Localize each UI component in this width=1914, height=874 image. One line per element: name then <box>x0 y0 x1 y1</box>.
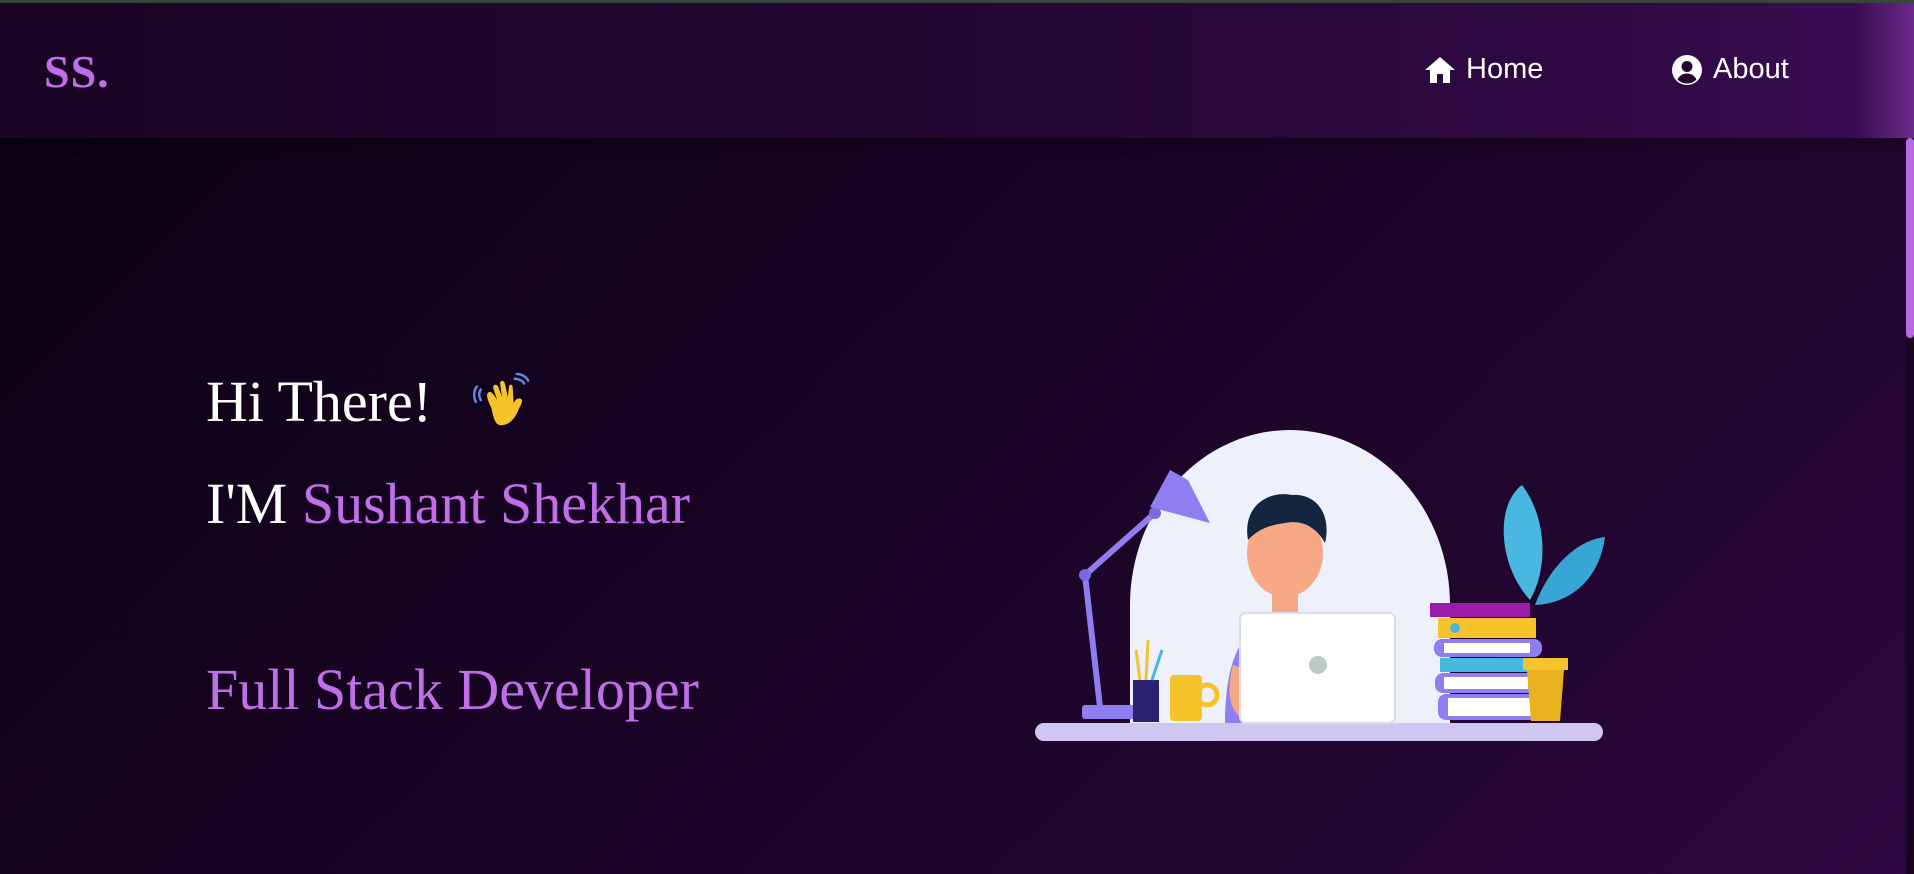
navbar: SS. Home About <box>0 3 1914 138</box>
home-icon <box>1425 56 1455 83</box>
user-circle-icon <box>1672 54 1702 85</box>
hero-name-line: I'M Sushant Shekhar <box>206 470 690 537</box>
hero-name: Sushant Shekhar <box>301 471 691 536</box>
nav-home-label: Home <box>1466 53 1544 85</box>
brand-logo[interactable]: SS. <box>44 45 110 98</box>
intro-prefix: I'M <box>206 471 288 536</box>
scrollbar-thumb[interactable] <box>1906 138 1914 338</box>
greeting-text: Hi There! <box>206 369 432 434</box>
nav-home-link[interactable]: Home <box>1424 53 1543 86</box>
hero-greeting: Hi There! <box>206 368 534 435</box>
nav-about-link[interactable]: About <box>1671 53 1789 86</box>
nav-about-label: About <box>1713 53 1789 85</box>
hero-role: Full Stack Developer <box>206 657 699 722</box>
waving-hand-icon <box>472 372 530 425</box>
developer-at-desk-illustration <box>1035 430 1605 741</box>
